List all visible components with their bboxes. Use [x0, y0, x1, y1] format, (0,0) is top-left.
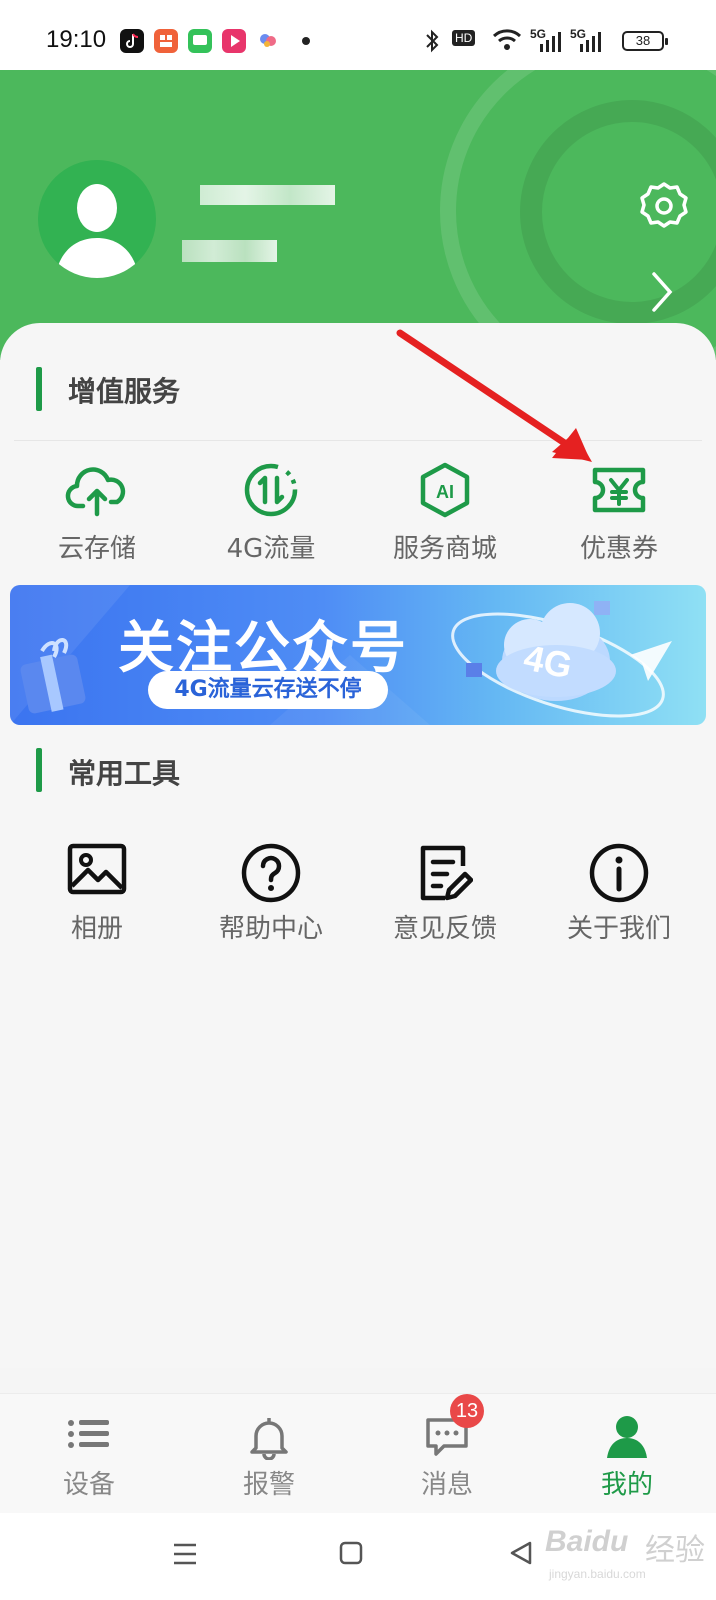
annotation-arrow [396, 329, 592, 462]
watermark-cn: 经验 [645, 1534, 705, 1567]
section-accent-bar [36, 748, 42, 792]
tool-label: 意见反馈 [392, 914, 497, 944]
tool-feedback[interactable]: 意见反馈 [360, 842, 530, 945]
unread-badge: 13 [450, 1394, 484, 1428]
paper-plane-icon [630, 641, 672, 681]
tool-about-us[interactable]: 关于我们 [534, 842, 704, 945]
question-circle-icon [186, 842, 356, 904]
menu-icon[interactable] [172, 1541, 198, 1571]
baidu-watermark: Baidu 经验 jingyan.baidu.com [545, 1515, 713, 1585]
nav-profile[interactable]: 我的 [562, 1414, 692, 1501]
watermark-url: jingyan.baidu.com [549, 1567, 646, 1581]
tools-title: 常用工具 [68, 757, 181, 790]
list-icon [24, 1414, 154, 1454]
nav-alarms[interactable]: 报警 [204, 1414, 334, 1501]
nav-label: 报警 [242, 1470, 295, 1500]
nav-messages[interactable]: 消息 [382, 1414, 512, 1501]
message-icon [382, 1414, 512, 1458]
watermark-logo: Baidu [545, 1525, 629, 1558]
tool-label: 相册 [70, 914, 123, 944]
bell-icon [204, 1414, 334, 1460]
nav-devices[interactable]: 设备 [24, 1414, 154, 1501]
bottom-navigation: 设备 报警 消息 13 我的 [0, 1393, 716, 1514]
tool-help-center[interactable]: 帮助中心 [186, 842, 356, 945]
nav-label: 我的 [600, 1470, 653, 1500]
person-icon [562, 1414, 692, 1458]
home-icon[interactable] [338, 1540, 364, 1570]
info-circle-icon [534, 842, 704, 904]
back-icon[interactable] [508, 1540, 534, 1570]
tool-album[interactable]: 相册 [12, 842, 182, 945]
tool-label: 帮助中心 [218, 914, 323, 944]
banner-subtitle: 4G流量云存送不停 [148, 671, 388, 709]
nav-label: 设备 [62, 1470, 115, 1500]
image-icon [12, 842, 182, 898]
feedback-edit-icon [360, 842, 530, 904]
tool-label: 关于我们 [566, 914, 671, 944]
promo-banner[interactable]: 关注公众号 4G流量云存送不停 4G [10, 585, 706, 725]
nav-label: 消息 [420, 1470, 473, 1500]
